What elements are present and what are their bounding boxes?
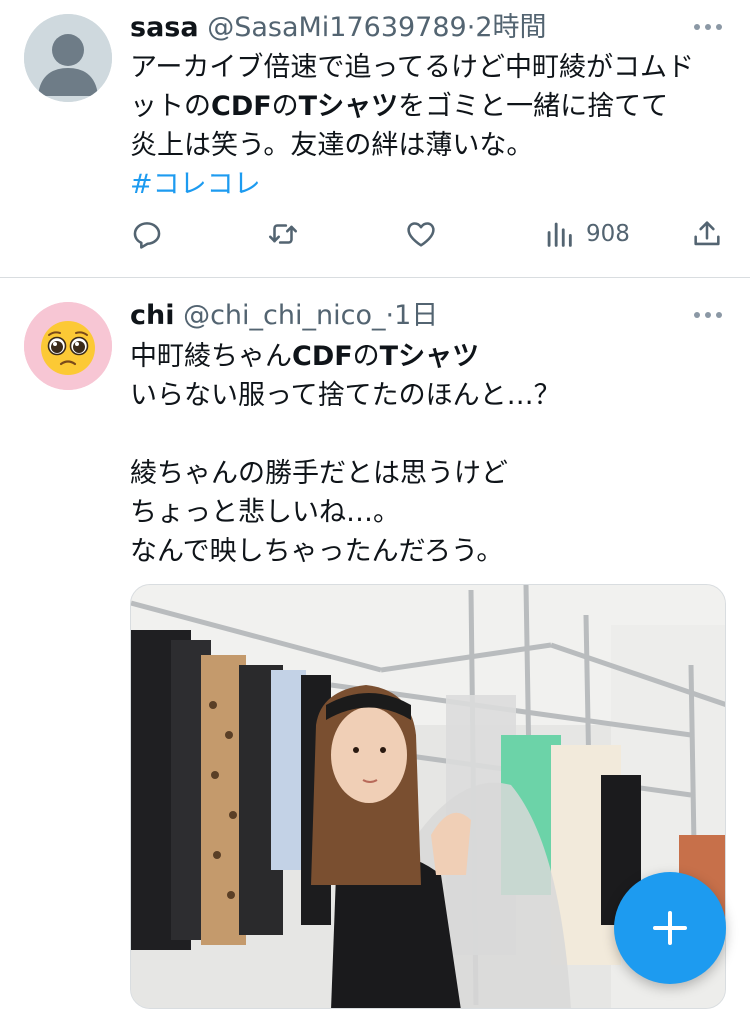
heart-icon (407, 222, 435, 247)
timestamp[interactable]: 2時間 (475, 12, 546, 43)
tweet-text: 中町綾ちゃんCDFのTシャツ いらない服って捨てたのほんと…？ 綾ちゃんの勝手だ… (130, 337, 730, 571)
avatar[interactable] (24, 14, 112, 102)
views-button[interactable]: 908 (542, 214, 630, 254)
tweet-text-line: 中町綾ちゃんCDFのTシャツ (130, 341, 480, 372)
tweet-text-line: 綾ちゃんの勝手だとは思うけど (130, 458, 508, 489)
more-dots-icon[interactable] (694, 24, 722, 32)
user-handle[interactable]: @chi_chi_nico_ (183, 300, 385, 331)
reply-icon (133, 222, 161, 249)
views-count: 908 (586, 221, 630, 247)
retweet-icon (268, 224, 298, 244)
tweet-text-line: アーカイブ倍速で追ってるけど中町綾がコムド (130, 52, 695, 83)
retweet-button[interactable] (266, 214, 300, 254)
timestamp[interactable]: 1日 (394, 300, 438, 331)
tweet-text-line: いらない服って捨てたのほんと…？ (130, 380, 561, 411)
user-handle[interactable]: @SasaMi17639789 (207, 12, 467, 43)
reply-button[interactable] (130, 214, 164, 254)
tweet-header: chi @chi_chi_nico_·1日 (130, 296, 438, 336)
tweet-text: アーカイブ倍速で追ってるけど中町綾がコムド ットのCDFのTシャツをゴミと一緒に… (130, 48, 730, 204)
tweet-actions: 908 (130, 214, 726, 254)
hashtag-link[interactable]: #コレコレ (130, 169, 261, 200)
like-button[interactable] (404, 214, 438, 254)
tweet-text-line: ットのCDFのTシャツをゴミと一緒に捨てて (130, 91, 669, 122)
tweet-text-line: 炎上は笑う。友達の絆は薄いな。 (130, 130, 534, 161)
avatar[interactable] (24, 302, 112, 390)
separator-dot: · (385, 300, 395, 331)
compose-tweet-button[interactable] (614, 872, 726, 984)
tweet-sasa[interactable]: sasa @SasaMi17639789·2時間 アーカイブ倍速で追ってるけど中… (0, 0, 750, 278)
tweet-text-line: #コレコレ (130, 165, 730, 204)
more-dots-icon[interactable] (694, 312, 722, 320)
display-name[interactable]: chi (130, 300, 174, 331)
share-button[interactable] (690, 214, 724, 254)
tweet-text-line (130, 415, 730, 454)
share-upload-icon (694, 221, 720, 246)
tweet-text-line: なんで映しちゃったんだろう。 (130, 536, 504, 567)
tweet-text-line: ちょっと悲しいね…。 (130, 497, 400, 528)
tweet-header: sasa @SasaMi17639789·2時間 (130, 8, 547, 48)
plus-icon (653, 911, 687, 945)
display-name[interactable]: sasa (130, 12, 199, 43)
pleading-face-emoji-icon (24, 302, 112, 390)
views-bar-chart-icon (547, 222, 572, 247)
default-profile-silhouette-icon (24, 14, 112, 102)
